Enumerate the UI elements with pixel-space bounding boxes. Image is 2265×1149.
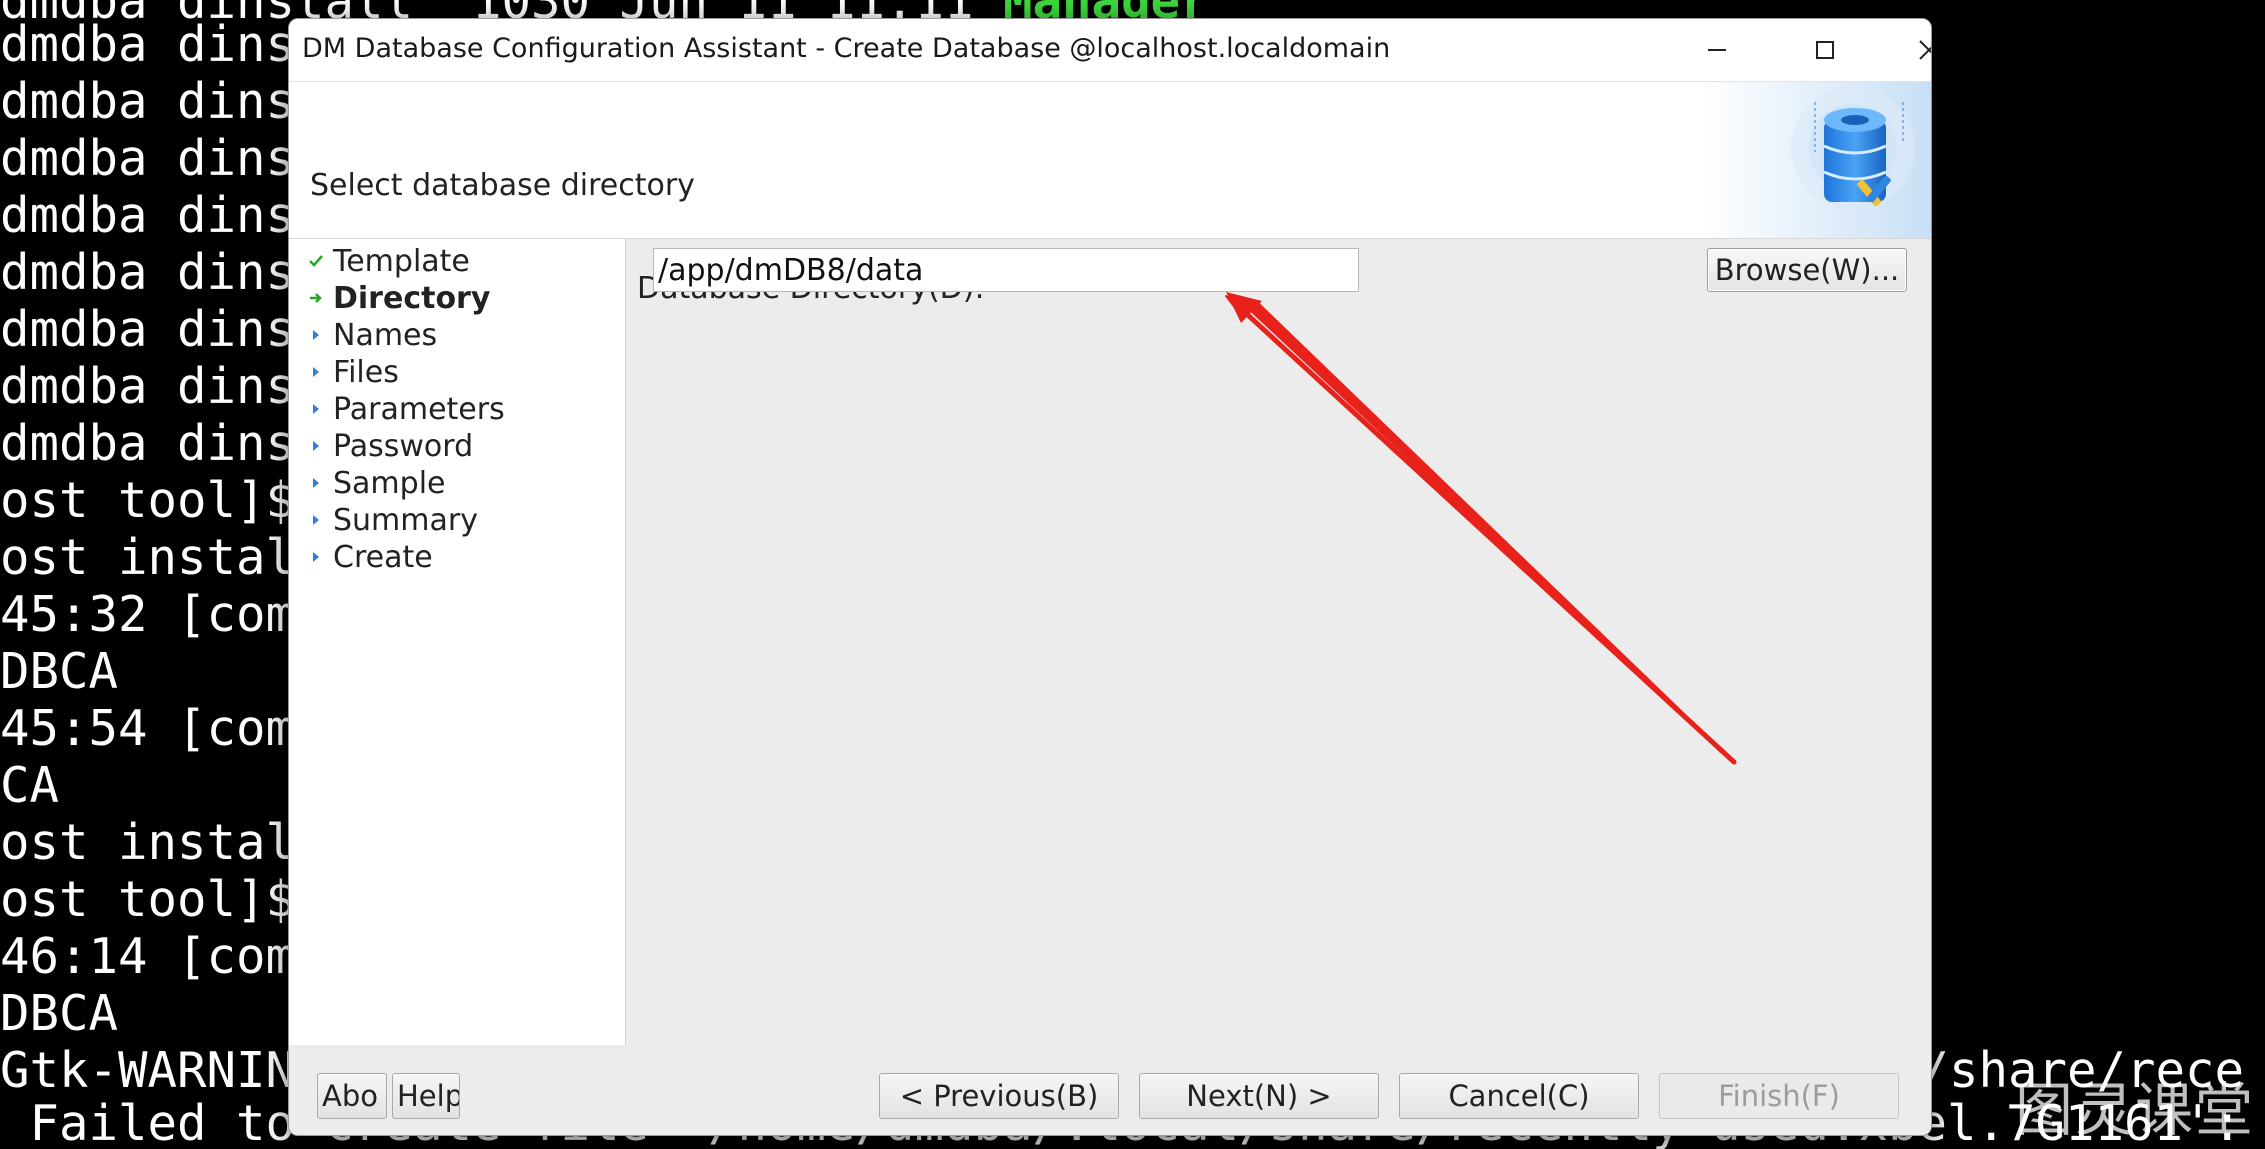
dbca-window: DM Database Configuration Assistant - Cr…	[288, 18, 1932, 1136]
finish-button: Finish(F)	[1659, 1073, 1899, 1119]
title-bar[interactable]: DM Database Configuration Assistant - Cr…	[289, 19, 1931, 82]
triangle-right-icon	[305, 439, 327, 453]
terminal-line: 45:54 [com	[0, 700, 296, 757]
window-title: DM Database Configuration Assistant - Cr…	[302, 33, 1391, 64]
about-button[interactable]: Abo	[317, 1073, 387, 1119]
step-label: Create	[333, 539, 433, 575]
terminal-line: dmdba dins	[0, 244, 296, 301]
terminal-line: DBCA	[0, 643, 119, 700]
step-label: Password	[333, 428, 474, 464]
terminal-line: DBCA	[0, 985, 119, 1042]
database-directory-input[interactable]	[653, 248, 1359, 292]
terminal-line: dmdba dins	[0, 73, 296, 130]
wizard-footer: Abo Help < Previous(B) Next(N) > Cancel(…	[289, 1045, 1931, 1135]
triangle-right-icon	[305, 365, 327, 379]
watermark-text: 图灵课堂	[2014, 1076, 2255, 1144]
wizard-steps-sidebar: Template Directory Names Files Parameter…	[289, 239, 626, 1045]
terminal-line: Gtk-WARNING	[0, 1042, 325, 1099]
terminal-line: dmdba dins	[0, 301, 296, 358]
step-create[interactable]: Create	[305, 535, 433, 579]
triangle-right-icon	[305, 476, 327, 490]
browse-button[interactable]: Browse(W)...	[1707, 248, 1907, 292]
help-button[interactable]: Help	[392, 1073, 460, 1119]
terminal-line: ost tool]$	[0, 871, 296, 928]
previous-button[interactable]: < Previous(B)	[879, 1073, 1119, 1119]
step-label: Summary	[333, 502, 478, 538]
step-label: Names	[333, 317, 438, 353]
terminal-line: dmdba dins	[0, 358, 296, 415]
terminal-line: 45:32 [com	[0, 586, 296, 643]
step-label: Sample	[333, 465, 446, 501]
minimize-button[interactable]	[1667, 19, 1767, 81]
terminal-line: CA	[0, 757, 60, 814]
database-logo-icon	[1703, 82, 1931, 238]
minimize-icon	[1708, 49, 1726, 51]
triangle-right-icon	[305, 513, 327, 527]
terminal-line: dmdba dins	[0, 415, 296, 472]
maximize-icon	[1816, 41, 1834, 59]
terminal-line: dmdba dins	[0, 16, 296, 73]
triangle-right-icon	[305, 550, 327, 564]
directory-panel: Database Directory(D):	[626, 239, 1931, 1045]
current-step-arrow-icon	[305, 290, 327, 306]
terminal-line: 46:14 [com	[0, 928, 296, 985]
step-label: Directory	[333, 280, 491, 316]
close-button[interactable]	[1879, 19, 1931, 81]
triangle-right-icon	[305, 328, 327, 342]
step-label: Template	[333, 243, 470, 279]
terminal-line: ost install	[0, 529, 325, 586]
page-heading: Select database directory	[310, 168, 695, 203]
page-header: Select database directory	[289, 82, 1931, 239]
terminal-line: dmdba dins	[0, 130, 296, 187]
terminal-line: ost install	[0, 814, 325, 871]
step-label: Files	[333, 354, 399, 390]
checkmark-icon	[305, 253, 327, 269]
close-icon	[1919, 40, 1931, 60]
terminal-line: ost tool]$	[0, 472, 296, 529]
maximize-button[interactable]	[1775, 19, 1875, 81]
triangle-right-icon	[305, 402, 327, 416]
terminal-line: dmdba dins	[0, 187, 296, 244]
step-label: Parameters	[333, 391, 505, 427]
next-button[interactable]: Next(N) >	[1139, 1073, 1379, 1119]
cancel-button[interactable]: Cancel(C)	[1399, 1073, 1639, 1119]
